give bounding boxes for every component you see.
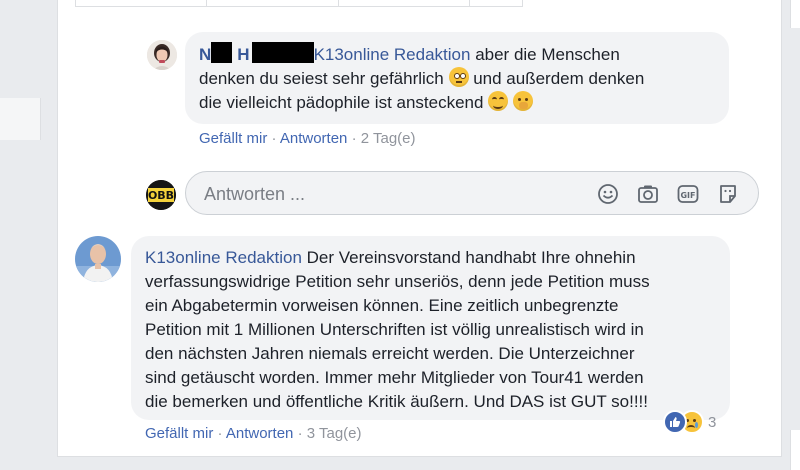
reaction-count[interactable]: 3 [708, 414, 716, 431]
separator: · [293, 425, 307, 442]
action-bar-segment[interactable] [470, 0, 522, 6]
action-bar-segment[interactable] [76, 0, 208, 6]
main-author-name[interactable]: K13online Redaktion [145, 248, 302, 267]
comment-text: den nächsten Jahren niemals erreicht wer… [145, 344, 635, 363]
action-bar-segment[interactable] [339, 0, 470, 6]
redaction-box [211, 42, 233, 63]
comment-text: und außerdem denken [468, 69, 645, 88]
hand-over-mouth-emoji-icon [512, 91, 533, 111]
reply-link[interactable]: Antworten [280, 130, 348, 147]
right-column-edge-bottom [790, 430, 800, 470]
comment-text: verfassungswidrige Petition sehr unseriö… [145, 272, 650, 291]
main-comment-actions: Gefällt mir · Antworten · 3 Tag(e) [145, 425, 362, 442]
reply-input-box[interactable]: GIF [185, 171, 759, 215]
reply-comment-actions: Gefällt mir · Antworten · 2 Tag(e) [199, 130, 416, 147]
left-column-box [0, 98, 41, 140]
reply-author-avatar[interactable] [147, 40, 177, 70]
comment-text: Petition mit 1 Millionen Unterschriften … [145, 320, 644, 339]
comment-text: die bemerken und öffentliche Kritik äuße… [145, 392, 648, 411]
comment-text: sind getäuscht worden. Immer mehr Mitgli… [145, 368, 644, 387]
avatar-text: OBB [148, 189, 174, 202]
comment-timestamp[interactable]: 3 Tag(e) [307, 425, 362, 442]
reply-author-name[interactable]: N H K13online Redaktion [199, 42, 471, 64]
main-author-avatar[interactable] [75, 236, 121, 282]
flushed-face-emoji-icon [448, 67, 469, 87]
comment-timestamp[interactable]: 2 Tag(e) [361, 130, 416, 147]
comment-text: die vielleicht pädophile ist ansteckend [199, 93, 484, 112]
author-initial: H [237, 45, 250, 64]
smiling-face-emoji-icon [488, 91, 509, 111]
reply-link[interactable]: Antworten [226, 425, 294, 442]
redaction-box [251, 42, 314, 63]
action-bar-segment[interactable] [207, 0, 339, 6]
separator: · [213, 425, 226, 442]
separator: · [267, 130, 280, 147]
like-link[interactable]: Gefällt mir [199, 130, 267, 147]
separator: · [347, 130, 361, 147]
mention-link[interactable]: K13online Redaktion [314, 45, 471, 64]
gif-icon[interactable]: GIF [677, 183, 699, 205]
reply-comment-bubble: N H K13online Redaktion aber die Menschen … [185, 32, 729, 124]
reply-input[interactable] [202, 182, 586, 206]
comment-text: denken du seiest sehr gefährlich [199, 69, 444, 88]
right-column-edge [790, 0, 800, 28]
comment-text: Der Vereinsvorstand handhabt Ihre ohnehi… [301, 248, 636, 267]
reaction-summary[interactable]: 3 [663, 410, 716, 434]
emoji-icon[interactable] [597, 183, 619, 205]
like-link[interactable]: Gefällt mir [145, 425, 213, 442]
comment-text: aber die Menschen [470, 45, 620, 64]
post-action-bar [75, 0, 523, 7]
current-user-avatar[interactable]: OBB [146, 180, 176, 210]
main-comment-bubble: K13online Redaktion Der Vereinsvorstand … [131, 236, 730, 420]
svg-text:GIF: GIF [680, 191, 695, 200]
sticker-icon[interactable] [717, 183, 739, 205]
like-reaction-icon [663, 410, 687, 434]
author-initial: N [199, 45, 212, 64]
camera-icon[interactable] [637, 183, 659, 205]
comment-text: ein Abgabetermin vorweisen können. Eine … [145, 296, 619, 315]
